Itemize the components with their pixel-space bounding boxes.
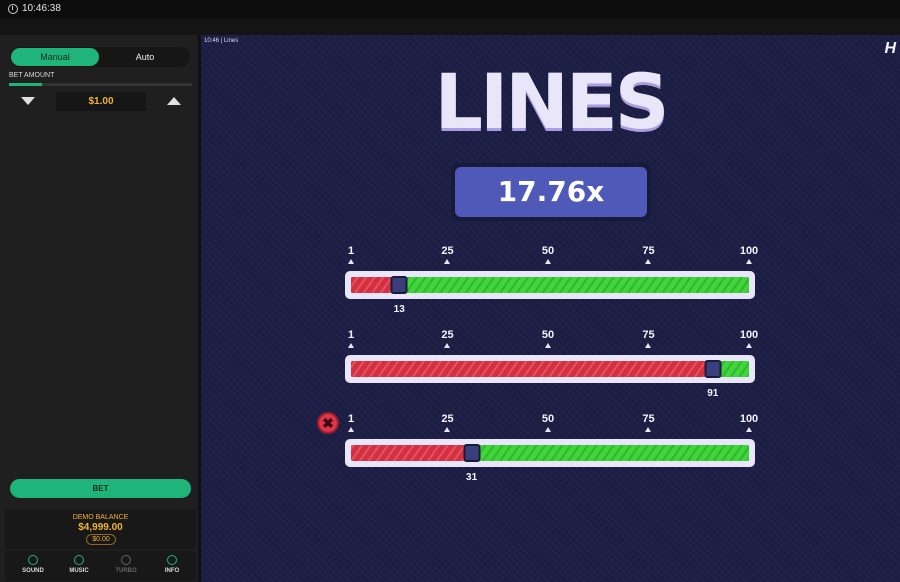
- line-green-segment: [399, 277, 749, 293]
- scale-tick-mark: [348, 427, 354, 432]
- scale-tick-label: 25: [441, 329, 454, 341]
- scale-tick-mark: [746, 259, 752, 264]
- music-icon: [74, 555, 84, 565]
- bottom-bar: SOUND MUSIC TURBO INFO: [5, 551, 196, 581]
- info-icon: [167, 555, 177, 565]
- game-area: 10:46 | Lines H LINES 17.76x ✖ 1 25 50 75 10…: [201, 35, 900, 582]
- tab-auto[interactable]: Auto: [101, 48, 189, 66]
- line-track: [351, 445, 749, 461]
- scale-tick-mark: [348, 259, 354, 264]
- scale-tick-label: 75: [642, 329, 655, 341]
- music-label: MUSIC: [69, 568, 89, 574]
- scale-tick-mark: [444, 427, 451, 432]
- bet-amount-slider-fill: [9, 83, 42, 86]
- scale-tick-label: 50: [541, 413, 555, 425]
- info-label: INFO: [164, 568, 180, 574]
- scale-tick-mark: [645, 427, 652, 432]
- scale-tick-label: 100: [739, 245, 759, 257]
- scale-tick-mark: [544, 259, 551, 264]
- sub-bar: [0, 18, 900, 35]
- scale-tick-mark: [746, 343, 752, 348]
- line-red-segment: [351, 445, 472, 461]
- line-scale: 1 25 50 75 100: [345, 413, 759, 432]
- slider-handle[interactable]: [704, 360, 722, 378]
- scale-tick-label: 100: [739, 329, 759, 341]
- clock-icon: [8, 4, 18, 14]
- info-button[interactable]: INFO: [152, 555, 192, 574]
- bet-amount-slider[interactable]: [9, 83, 192, 86]
- scale-tick-label: 50: [541, 329, 555, 341]
- line-slider[interactable]: [345, 355, 755, 383]
- line-slider[interactable]: [345, 439, 755, 467]
- line-red-segment: [351, 361, 713, 377]
- balance-sub-value: $0.00: [86, 534, 116, 545]
- tab-manual[interactable]: Manual: [11, 48, 99, 66]
- scale-tick-mark: [544, 427, 551, 432]
- line-value-label: 31: [466, 472, 478, 483]
- line-green-segment: [471, 445, 749, 461]
- balance-value: $4,999.00: [78, 522, 123, 533]
- scale-tick-label: 1: [347, 329, 355, 341]
- music-button[interactable]: MUSIC: [59, 555, 99, 574]
- close-icon: ✖: [317, 412, 339, 434]
- increase-bet-button[interactable]: [167, 97, 181, 105]
- scale-tick-label: 75: [642, 245, 655, 257]
- multiplier-box: 17.76x: [451, 163, 651, 221]
- turbo-button[interactable]: TURBO: [106, 555, 146, 574]
- clock-time: 10:46:38: [22, 3, 61, 14]
- scale-tick-mark: [444, 259, 451, 264]
- scale-tick-label: 25: [441, 245, 454, 257]
- line-slider[interactable]: [345, 271, 755, 299]
- line-scale: 1 25 50 75 100: [345, 329, 759, 348]
- balance-box: DEMO BALANCE $4,999.00 $0.00: [5, 509, 196, 549]
- game-title: LINES: [434, 57, 670, 146]
- top-bar: 10:46:38: [0, 0, 900, 18]
- slider-handle[interactable]: [463, 444, 481, 462]
- turbo-icon: [121, 555, 131, 565]
- balance-label: DEMO BALANCE: [72, 514, 129, 521]
- scale-tick-label: 1: [347, 413, 355, 425]
- scale-tick-mark: [645, 259, 652, 264]
- bet-button[interactable]: BET: [10, 479, 191, 498]
- turbo-label: TURBO: [115, 568, 137, 574]
- line-scale: 1 25 50 75 100: [345, 245, 759, 264]
- scale-tick-label: 1: [347, 245, 355, 257]
- sound-label: SOUND: [22, 568, 44, 574]
- scale-tick-label: 25: [441, 413, 454, 425]
- scale-tick-mark: [544, 343, 551, 348]
- scale-tick-mark: [444, 343, 451, 348]
- slider-handle[interactable]: [390, 276, 408, 294]
- control-panel: Manual Auto BET AMOUNT $1.00 BET DEMO BA…: [0, 35, 201, 582]
- line-track: [351, 277, 749, 293]
- line-value-label: 13: [393, 304, 405, 315]
- sound-icon: [28, 555, 38, 565]
- game-header: 10:46 | Lines: [204, 38, 239, 44]
- bet-amount-input[interactable]: $1.00: [56, 92, 146, 111]
- multiplier-value: 17.76x: [455, 167, 647, 217]
- scale-tick-mark: [348, 343, 354, 348]
- line-value-label: 91: [707, 388, 719, 399]
- scale-tick-label: 75: [642, 413, 655, 425]
- mode-toggle: Manual Auto: [10, 47, 190, 67]
- scale-tick-label: 100: [739, 413, 759, 425]
- bet-amount-label: BET AMOUNT: [9, 72, 55, 79]
- line-track: [351, 361, 749, 377]
- scale-tick-mark: [746, 427, 752, 432]
- decrease-bet-button[interactable]: [21, 97, 35, 105]
- sound-button[interactable]: SOUND: [13, 555, 53, 574]
- scale-tick-label: 50: [541, 245, 555, 257]
- scale-tick-mark: [645, 343, 652, 348]
- game-logo: H: [884, 40, 896, 57]
